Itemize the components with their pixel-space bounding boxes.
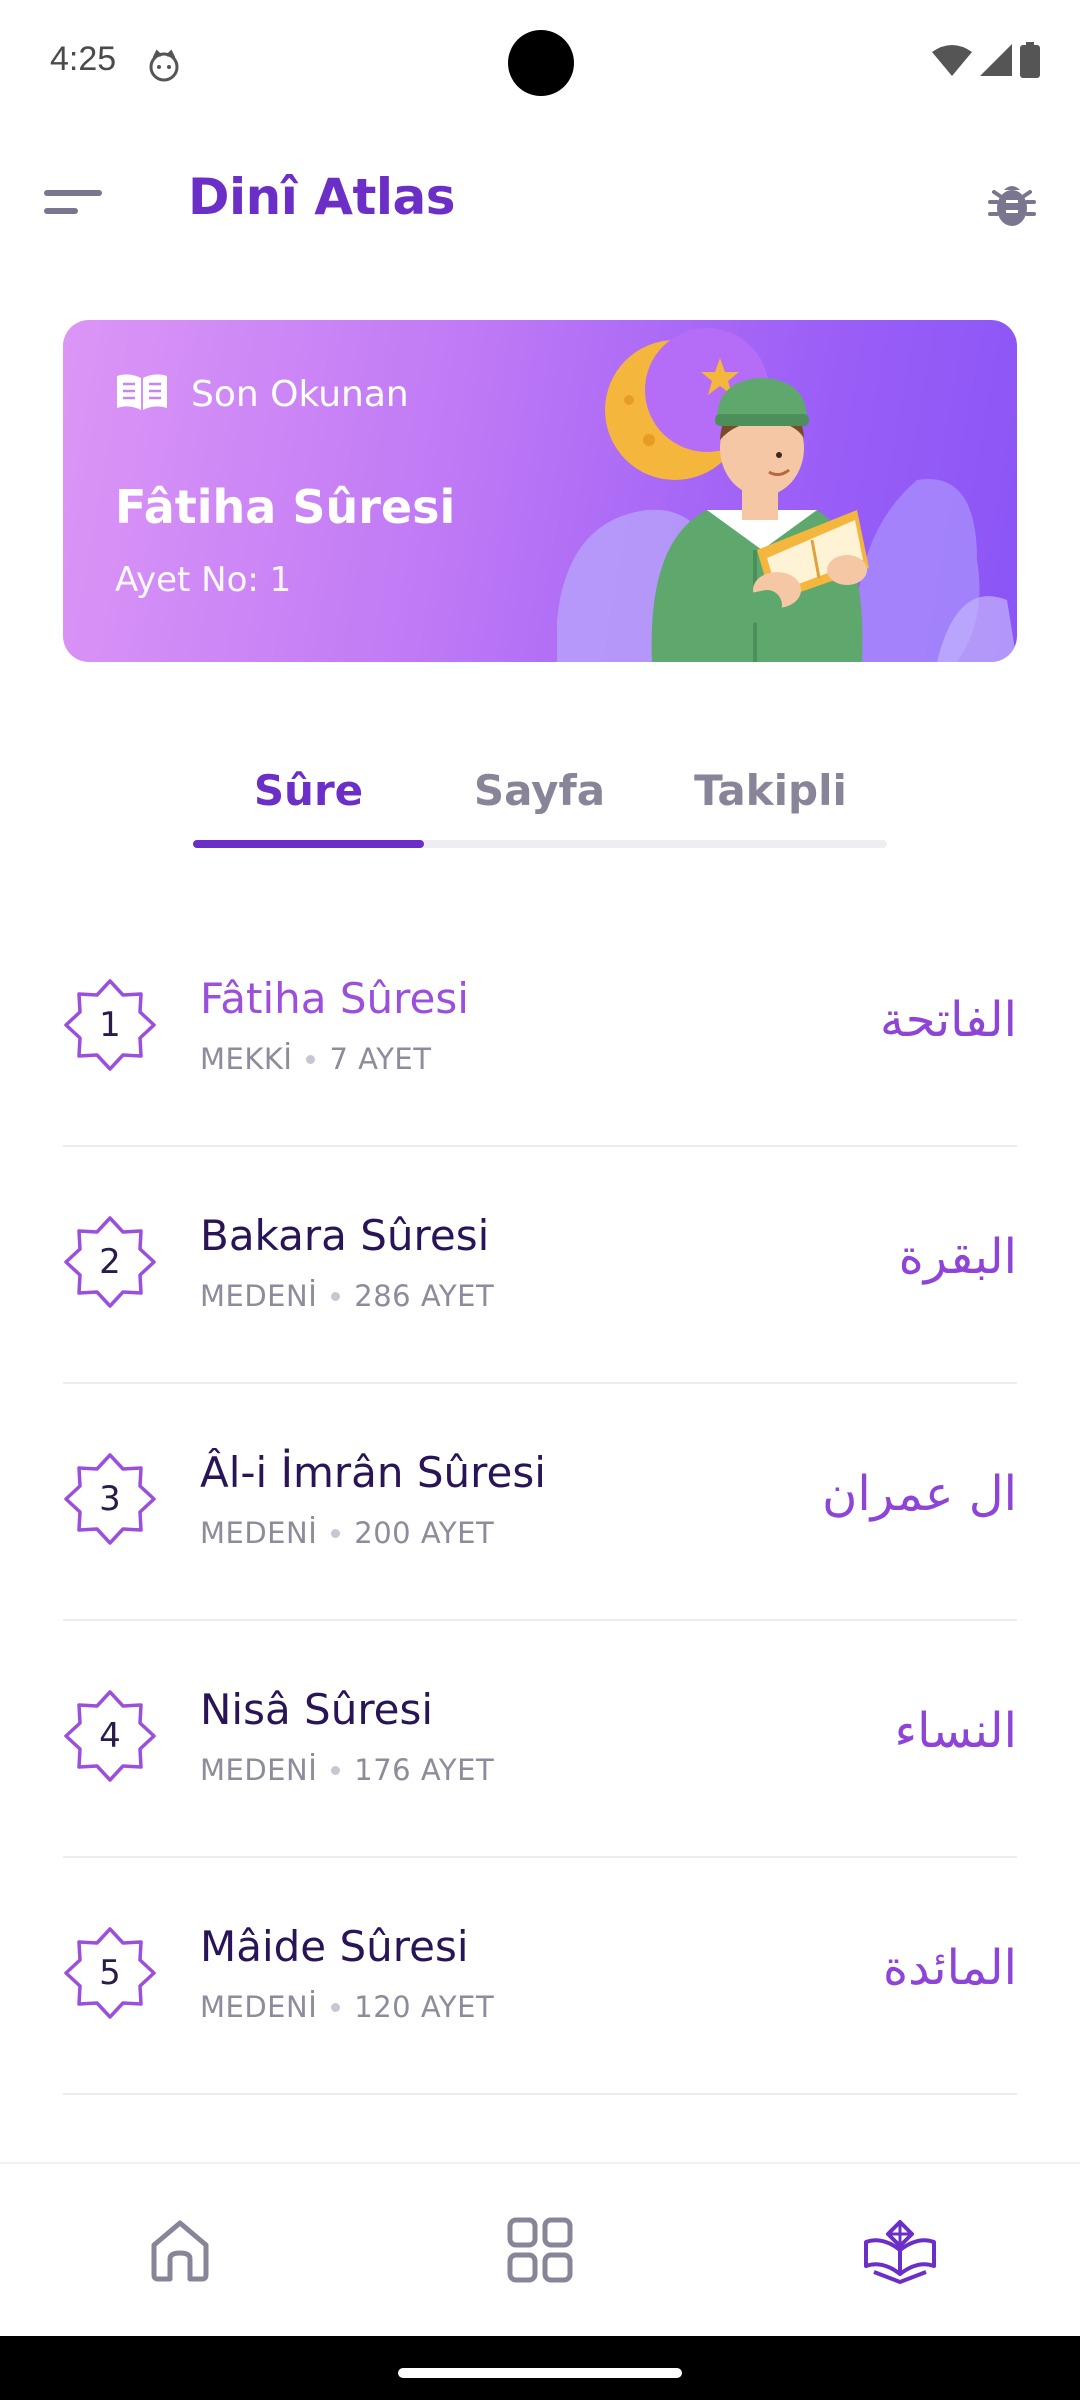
home-icon <box>151 2220 209 2282</box>
last-read-surah-title: Fâtiha Sûresi <box>115 480 456 534</box>
surah-number-badge: 5 <box>63 1926 157 2020</box>
surah-ayah-count: 7 AYET <box>329 1042 432 1076</box>
separator-dot <box>331 1291 341 1301</box>
surah-number-badge: 2 <box>63 1215 157 1309</box>
last-read-header: Son Okunan <box>115 372 409 416</box>
surah-revelation: MEDENİ <box>200 1990 318 2024</box>
grid-icon <box>507 2217 573 2283</box>
app-title: Dinî Atlas <box>188 168 456 226</box>
surah-meta: MEDENİ 176 AYET <box>200 1753 494 1787</box>
surah-revelation: MEKKİ <box>200 1042 293 1076</box>
surah-list: 1 Fâtiha Sûresi MEKKİ 7 AYET الفاتحة 2 B… <box>63 910 1017 2095</box>
surah-number-badge: 1 <box>63 978 157 1072</box>
last-read-card[interactable]: Son Okunan Fâtiha Sûresi Ayet No: 1 <box>63 320 1017 662</box>
surah-number: 1 <box>99 1005 121 1045</box>
surah-meta: MEDENİ 200 AYET <box>200 1516 494 1550</box>
separator-dot <box>331 1528 341 1538</box>
list-item[interactable]: 4 Nisâ Sûresi MEDENİ 176 AYET النساء <box>63 1621 1017 1858</box>
list-item[interactable]: 5 Mâide Sûresi MEDENİ 120 AYET المائدة <box>63 1858 1017 2095</box>
surah-number: 5 <box>99 1953 121 1993</box>
surah-number: 4 <box>99 1716 121 1756</box>
nav-home[interactable] <box>140 2210 220 2290</box>
surah-arabic-name: البقرة <box>898 1229 1017 1285</box>
separator-dot <box>331 1765 341 1775</box>
reader-illustration <box>557 328 1017 662</box>
app-bar: Dinî Atlas <box>0 150 1080 260</box>
surah-revelation: MEDENİ <box>200 1516 318 1550</box>
surah-name: Mâide Sûresi <box>200 1922 469 1971</box>
wifi-icon <box>932 44 972 80</box>
battery-icon <box>1020 42 1040 82</box>
tab-indicator <box>193 840 424 848</box>
surah-ayah-count: 200 AYET <box>354 1516 495 1550</box>
surah-number-badge: 3 <box>63 1452 157 1546</box>
bug-icon[interactable] <box>984 176 1040 232</box>
separator-dot <box>306 1054 316 1064</box>
surah-arabic-name: ال عمران <box>822 1466 1017 1522</box>
surah-revelation: MEDENİ <box>200 1279 318 1313</box>
surah-name: Âl-i İmrân Sûresi <box>200 1448 546 1497</box>
quran-book-icon <box>864 2220 936 2284</box>
surah-ayah-count: 176 AYET <box>354 1753 495 1787</box>
system-gesture-bar <box>0 2336 1080 2400</box>
nav-quran[interactable] <box>860 2210 940 2290</box>
list-item[interactable]: 3 Âl-i İmrân Sûresi MEDENİ 200 AYET ال ع… <box>63 1384 1017 1621</box>
status-time: 4:25 <box>50 40 117 78</box>
last-read-ayah: Ayet No: 1 <box>115 560 292 600</box>
surah-ayah-count: 120 AYET <box>354 1990 495 2024</box>
surah-number: 2 <box>99 1242 121 1282</box>
surah-name: Bakara Sûresi <box>200 1211 490 1260</box>
list-item[interactable]: 1 Fâtiha Sûresi MEKKİ 7 AYET الفاتحة <box>63 910 1017 1147</box>
tab-sayfa[interactable]: Sayfa <box>424 740 655 840</box>
list-item[interactable]: 2 Bakara Sûresi MEDENİ 286 AYET البقرة <box>63 1147 1017 1384</box>
screen: 4:25 Dinî Atlas Son Okunan Fâtiha Sûresi… <box>0 0 1080 2400</box>
nav-categories[interactable] <box>500 2210 580 2290</box>
status-icons <box>932 42 1040 82</box>
surah-arabic-name: المائدة <box>882 1940 1017 1996</box>
last-read-label: Son Okunan <box>191 373 409 415</box>
signal-icon <box>980 44 1012 80</box>
book-open-icon <box>115 372 169 416</box>
surah-number-badge: 4 <box>63 1689 157 1783</box>
separator-dot <box>331 2002 341 2012</box>
surah-revelation: MEDENİ <box>200 1753 318 1787</box>
status-bar: 4:25 <box>0 0 1080 130</box>
tab-takipli[interactable]: Takipli <box>655 740 886 840</box>
surah-meta: MEDENİ 286 AYET <box>200 1279 494 1313</box>
camera-cutout <box>508 30 574 96</box>
notification-cat-icon <box>146 48 182 84</box>
tab-sure[interactable]: Sûre <box>193 740 424 840</box>
surah-meta: MEKKİ 7 AYET <box>200 1042 431 1076</box>
surah-name: Fâtiha Sûresi <box>200 974 469 1023</box>
surah-arabic-name: النساء <box>894 1703 1017 1759</box>
surah-arabic-name: الفاتحة <box>880 992 1017 1048</box>
surah-tabs: Sûre Sayfa Takipli <box>193 740 887 850</box>
surah-name: Nisâ Sûresi <box>200 1685 434 1734</box>
surah-number: 3 <box>99 1479 121 1519</box>
menu-icon[interactable] <box>44 180 106 228</box>
home-gesture-handle[interactable] <box>398 2368 682 2378</box>
bottom-navigation <box>0 2162 1080 2336</box>
surah-meta: MEDENİ 120 AYET <box>200 1990 494 2024</box>
surah-ayah-count: 286 AYET <box>354 1279 495 1313</box>
